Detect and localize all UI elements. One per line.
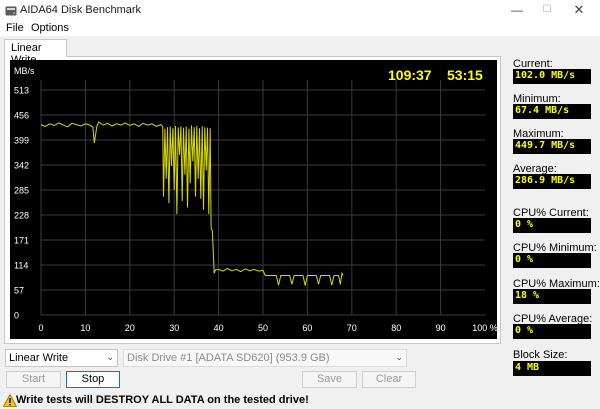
cpu-current-value: 0 % (513, 218, 591, 233)
drive-select[interactable]: Disk Drive #1 [ADATA SD620] (953.9 GB) ⌄ (123, 349, 407, 367)
chart-background (10, 60, 497, 339)
warning-triangle-icon (3, 394, 17, 407)
tab-linear-write[interactable]: Linear Write (4, 39, 67, 66)
y-tick-label: 456 (14, 111, 29, 121)
y-tick-label: 228 (14, 211, 29, 221)
test-type-select[interactable]: Linear Write ⌄ (5, 349, 118, 367)
maximum-value: 449.7 MB/s (513, 139, 591, 154)
x-tick-label: 100 % (472, 323, 497, 333)
menu-bar: File Options (0, 22, 600, 36)
drive-value: Disk Drive #1 [ADATA SD620] (953.9 GB) (127, 352, 330, 364)
y-tick-label: 399 (14, 136, 29, 146)
warning-text: Write tests will DESTROY ALL DATA on the… (16, 394, 309, 406)
save-button[interactable]: Save (302, 371, 357, 388)
y-tick-label: 57 (14, 286, 24, 296)
start-button[interactable]: Start (6, 371, 61, 388)
y-tick-label: 0 (14, 311, 19, 321)
x-tick-label: 90 (436, 323, 446, 333)
menu-options[interactable]: Options (31, 22, 69, 34)
title-bar[interactable]: AIDA64 Disk Benchmark — ☐ ✕ (0, 0, 600, 22)
minimize-button[interactable]: — (502, 0, 532, 22)
aida64-disk-icon (5, 6, 17, 16)
cpu-maximum-value: 18 % (513, 289, 591, 304)
maximize-button[interactable]: ☐ (532, 0, 562, 22)
remaining-timer: 53:15 (447, 67, 483, 83)
clear-button[interactable]: Clear (362, 371, 416, 388)
current-value: 102.0 MB/s (513, 69, 591, 84)
y-tick-label: 285 (14, 186, 29, 196)
block-size-label: Block Size: (513, 349, 568, 361)
x-tick-label: 10 (80, 323, 90, 333)
x-tick-label: 60 (302, 323, 312, 333)
stop-button[interactable]: Stop (66, 371, 120, 388)
menu-file[interactable]: File (6, 22, 24, 34)
y-tick-label: 171 (14, 236, 29, 246)
x-tick-label: 50 (258, 323, 268, 333)
minimum-value: 67.4 MB/s (513, 104, 591, 119)
x-tick-label: 40 (214, 323, 224, 333)
y-tick-label: 342 (14, 161, 29, 171)
block-size-value: 4 MB (513, 361, 591, 376)
x-tick-label: 20 (125, 323, 135, 333)
test-type-value: Linear Write (9, 352, 69, 364)
x-tick-label: 70 (347, 323, 357, 333)
y-tick-label: 114 (14, 261, 28, 271)
close-button[interactable]: ✕ (564, 0, 594, 22)
elapsed-timer: 109:37 (388, 67, 432, 83)
average-value: 286.9 MB/s (513, 174, 591, 189)
y-axis-label: MB/s (14, 66, 35, 76)
cpu-minimum-value: 0 % (513, 253, 591, 268)
cpu-average-value: 0 % (513, 324, 591, 339)
window-title: AIDA64 Disk Benchmark (20, 4, 142, 16)
x-tick-label: 30 (169, 323, 179, 333)
benchmark-chart: 0 57 114 171 228 285 342 399 456 513 0 10 20 30 40 50 60… (10, 60, 497, 339)
chevron-down-icon: ⌄ (395, 352, 403, 362)
x-tick-label: 80 (391, 323, 401, 333)
warning-bar: Write tests will DESTROY ALL DATA on the… (0, 392, 600, 409)
x-tick-label: 0 (38, 323, 43, 333)
y-tick-label: 513 (14, 86, 29, 96)
chevron-down-icon: ⌄ (106, 352, 114, 362)
